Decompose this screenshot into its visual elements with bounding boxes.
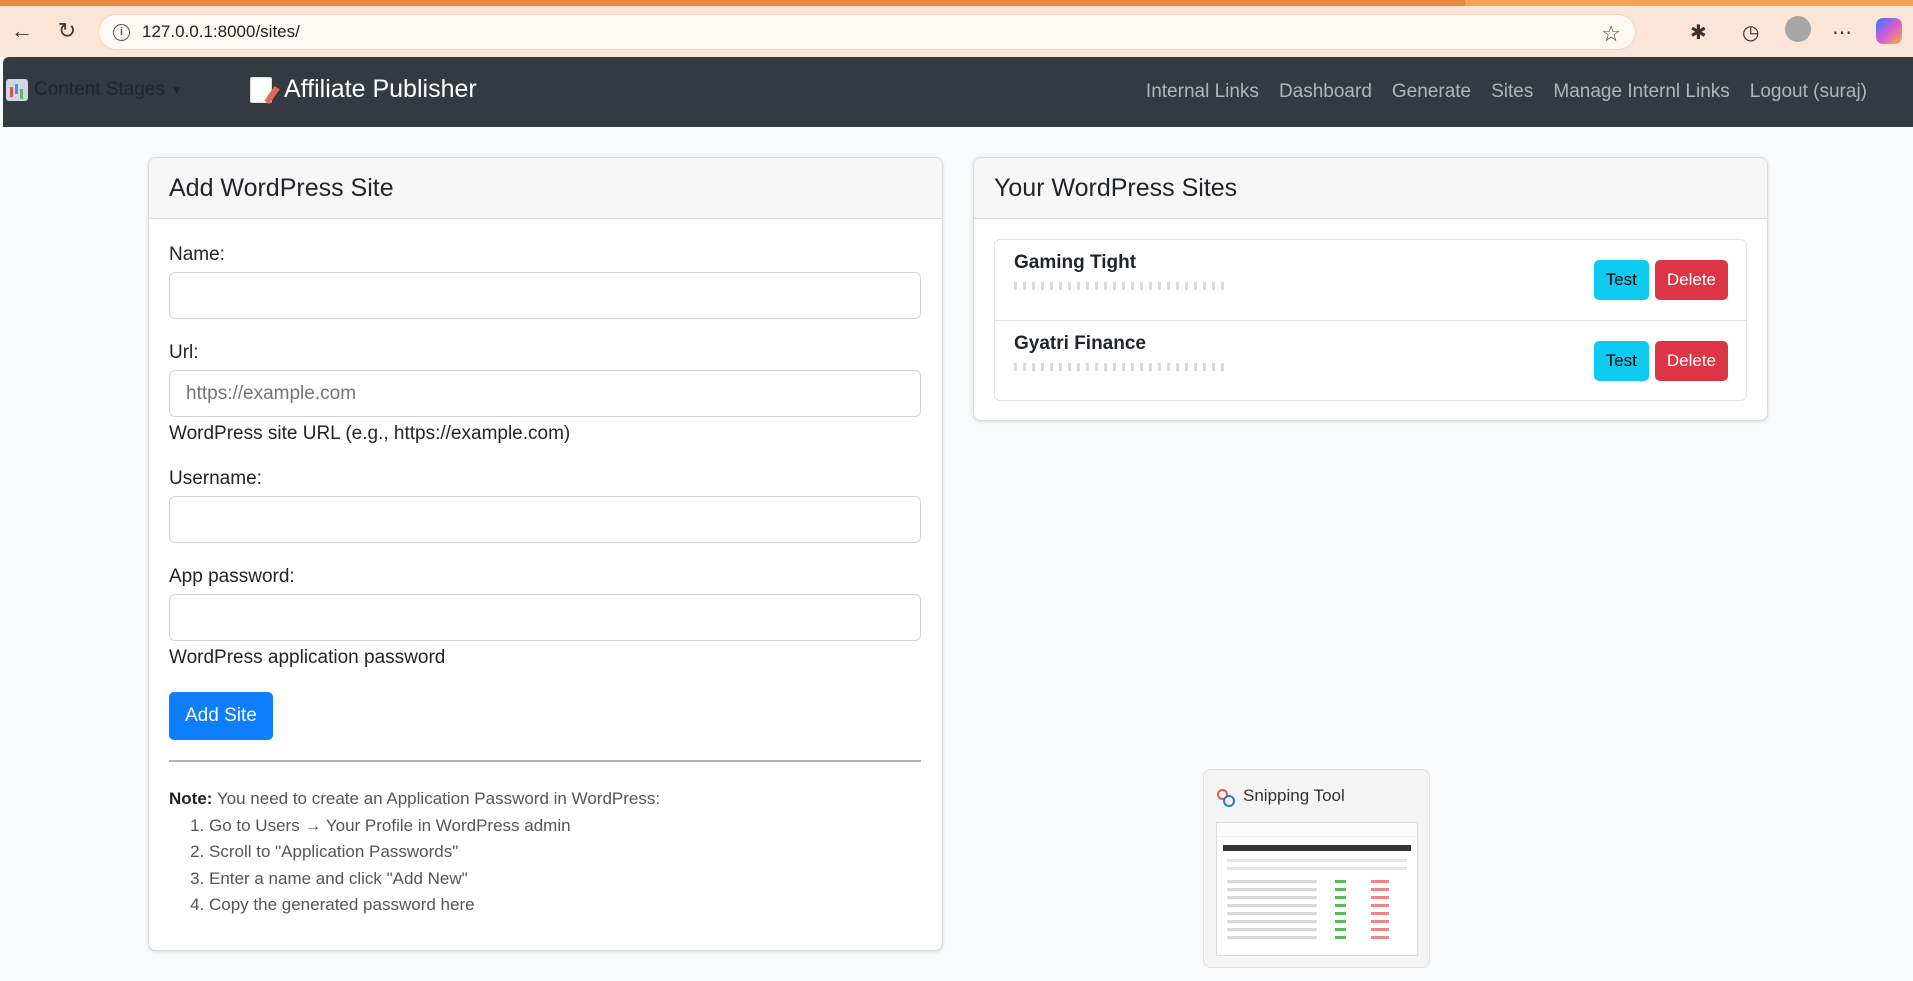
browser-toolbar: ← ↻ i 127.0.0.1:8000/sites/ ☆ ✱ ◷ ⋯ bbox=[0, 6, 1913, 57]
add-site-card: Add WordPress Site Name: Url: WordPress … bbox=[148, 157, 943, 951]
name-label: Name: bbox=[169, 244, 225, 265]
delete-button[interactable]: Delete bbox=[1654, 260, 1728, 300]
address-bar-url: 127.0.0.1:8000/sites/ bbox=[142, 22, 300, 41]
site-list: Gaming Tight Test Delete Gyatri Finance … bbox=[994, 239, 1747, 401]
extensions-icon[interactable]: ✱ bbox=[1690, 20, 1707, 45]
note-step: Scroll to "Application Passwords" bbox=[209, 839, 922, 866]
nav-generate[interactable]: Generate bbox=[1392, 81, 1471, 103]
snipping-tool-preview[interactable]: Snipping Tool bbox=[1203, 769, 1430, 968]
nav-logout[interactable]: Logout (suraj) bbox=[1750, 81, 1867, 103]
memo-icon bbox=[250, 76, 272, 103]
note-step: Go to Users → Your Profile in WordPress … bbox=[209, 813, 922, 840]
note-block: Note: You need to create an Application … bbox=[169, 786, 922, 919]
app-navbar: Content Stages ▼ Affiliate Publisher Int… bbox=[3, 57, 1913, 127]
nav-manage-internal-links[interactable]: Manage Internl Links bbox=[1553, 81, 1729, 103]
nav-sites[interactable]: Sites bbox=[1491, 81, 1533, 103]
nav-internal-links[interactable]: Internal Links bbox=[1146, 81, 1259, 103]
brand[interactable]: Affiliate Publisher bbox=[250, 75, 477, 104]
info-icon[interactable]: i bbox=[113, 23, 130, 41]
name-input[interactable] bbox=[169, 272, 921, 319]
star-icon[interactable]: ☆ bbox=[1601, 21, 1621, 47]
url-label: Url: bbox=[169, 342, 199, 363]
note-step: Enter a name and click "Add New" bbox=[209, 866, 922, 893]
list-item: Gaming Tight Test Delete bbox=[995, 240, 1746, 320]
snipping-tool-icon bbox=[1216, 788, 1235, 807]
note-steps: Go to Users → Your Profile in WordPress … bbox=[169, 813, 922, 919]
note-title: Note: bbox=[169, 789, 213, 808]
list-item: Gyatri Finance Test Delete bbox=[995, 320, 1746, 400]
reload-icon[interactable]: ↻ bbox=[52, 16, 82, 46]
snipping-tool-title: Snipping Tool bbox=[1243, 786, 1345, 805]
username-label: Username: bbox=[169, 468, 262, 489]
add-site-button[interactable]: Add Site bbox=[169, 692, 273, 740]
url-input[interactable] bbox=[169, 370, 921, 417]
note-text: You need to create an Application Passwo… bbox=[212, 789, 661, 808]
note-step: Copy the generated password here bbox=[209, 892, 922, 919]
history-icon[interactable]: ◷ bbox=[1742, 20, 1759, 45]
app-password-input[interactable] bbox=[169, 594, 921, 641]
site-url-redacted bbox=[1014, 282, 1224, 290]
back-icon[interactable]: ← bbox=[7, 16, 37, 46]
more-icon[interactable]: ⋯ bbox=[1832, 20, 1852, 45]
sites-card: Your WordPress Sites Gaming Tight Test D… bbox=[973, 157, 1768, 421]
nav-dashboard[interactable]: Dashboard bbox=[1279, 81, 1372, 103]
username-input[interactable] bbox=[169, 496, 921, 543]
profile-icon[interactable] bbox=[1785, 16, 1811, 42]
address-bar[interactable]: i 127.0.0.1:8000/sites/ ☆ bbox=[98, 14, 1636, 50]
app-password-label: App password: bbox=[169, 566, 295, 587]
delete-button[interactable]: Delete bbox=[1654, 341, 1728, 381]
site-url-redacted bbox=[1014, 363, 1224, 371]
chart-icon bbox=[6, 79, 28, 101]
snipping-tool-thumbnail bbox=[1216, 822, 1418, 956]
nav-links: Internal Links Dashboard Generate Sites … bbox=[1146, 81, 1867, 103]
caret-down-icon: ▼ bbox=[170, 83, 183, 97]
app-password-help-text: WordPress application password bbox=[169, 647, 446, 668]
brand-label: Affiliate Publisher bbox=[284, 75, 477, 103]
sites-title: Your WordPress Sites bbox=[974, 158, 1767, 219]
test-button[interactable]: Test bbox=[1593, 260, 1649, 300]
url-help-text: WordPress site URL (e.g., https://exampl… bbox=[169, 423, 571, 444]
content-stages-dropdown[interactable]: Content Stages ▼ bbox=[6, 79, 183, 101]
divider bbox=[169, 760, 921, 762]
add-site-title: Add WordPress Site bbox=[149, 158, 942, 219]
test-button[interactable]: Test bbox=[1593, 341, 1649, 381]
copilot-icon[interactable] bbox=[1876, 18, 1902, 44]
content-stages-label: Content Stages bbox=[34, 79, 165, 100]
